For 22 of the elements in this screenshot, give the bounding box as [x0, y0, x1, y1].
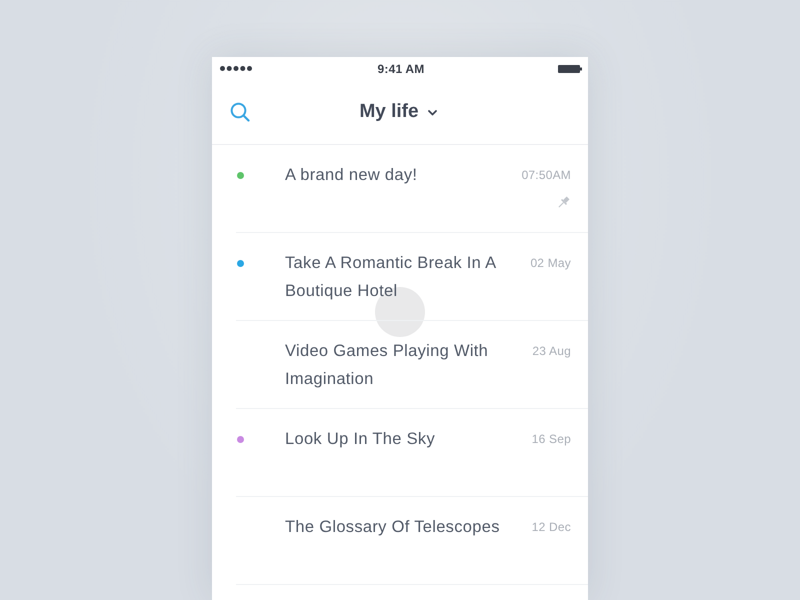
note-item[interactable]: Video Games Playing With Imagination 23 Aug — [236, 321, 588, 409]
note-item[interactable]: The Glossary Of Telescopes 12 Dec — [236, 497, 588, 585]
title-dropdown[interactable]: My life — [359, 101, 437, 123]
search-icon — [230, 102, 250, 122]
chevron-down-icon — [428, 110, 437, 116]
note-time: 02 May — [530, 255, 571, 272]
note-title: The Glossary Of Telescopes — [285, 517, 501, 538]
signal-icon — [220, 66, 252, 71]
note-time: 23 Aug — [532, 343, 571, 360]
note-item[interactable]: A brand new day! 07:50AM — [236, 145, 588, 233]
note-title: Take A Romantic Break In A Boutique Hotel — [285, 253, 497, 302]
note-time: 16 Sep — [532, 431, 571, 448]
status-time: 9:41 AM — [378, 62, 424, 76]
note-time: 07:50AM — [522, 167, 571, 184]
search-button[interactable] — [230, 102, 250, 122]
note-title: Video Games Playing With Imagination — [285, 341, 490, 390]
note-title: A brand new day! — [285, 165, 418, 186]
battery-icon — [558, 64, 582, 72]
note-item[interactable]: Take A Romantic Break In A Boutique Hotel 02 May — [236, 233, 588, 321]
note-item[interactable]: Look Up In The Sky 16 Sep — [236, 409, 588, 497]
note-time: 12 Dec — [532, 519, 571, 536]
note-title: Look Up In The Sky — [285, 429, 436, 450]
